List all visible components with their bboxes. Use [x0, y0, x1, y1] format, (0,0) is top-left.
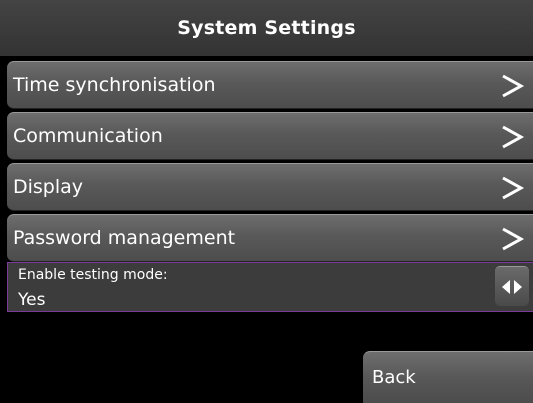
menu-item-label: Time synchronisation — [13, 74, 216, 96]
menu-item-time-synchronisation[interactable]: Time synchronisation — [7, 61, 533, 109]
menu-item-display[interactable]: Display — [7, 163, 533, 211]
menu-item-label: Display — [13, 176, 84, 198]
page-title: System Settings — [177, 17, 356, 39]
back-button[interactable]: Back — [363, 351, 533, 403]
chevron-right-icon — [502, 74, 525, 98]
menu-item-label: Password management — [13, 227, 236, 249]
header-bar: System Settings — [0, 0, 533, 56]
left-right-arrows-icon — [502, 280, 522, 294]
chevron-right-icon — [502, 227, 525, 251]
testing-mode-value: Yes — [18, 290, 46, 310]
chevron-right-icon — [502, 176, 525, 200]
testing-mode-label: Enable testing mode: — [18, 267, 168, 283]
menu-item-password-management[interactable]: Password management — [7, 214, 533, 262]
menu-item-communication[interactable]: Communication — [7, 112, 533, 160]
system-settings-screen: System Settings Time synchronisation Com… — [0, 0, 533, 403]
menu-item-label: Communication — [13, 125, 163, 147]
chevron-right-icon — [502, 125, 525, 149]
testing-mode-toggle-button[interactable] — [495, 266, 529, 306]
back-button-label: Back — [372, 367, 416, 388]
testing-mode-setting: Enable testing mode: Yes — [7, 262, 533, 312]
